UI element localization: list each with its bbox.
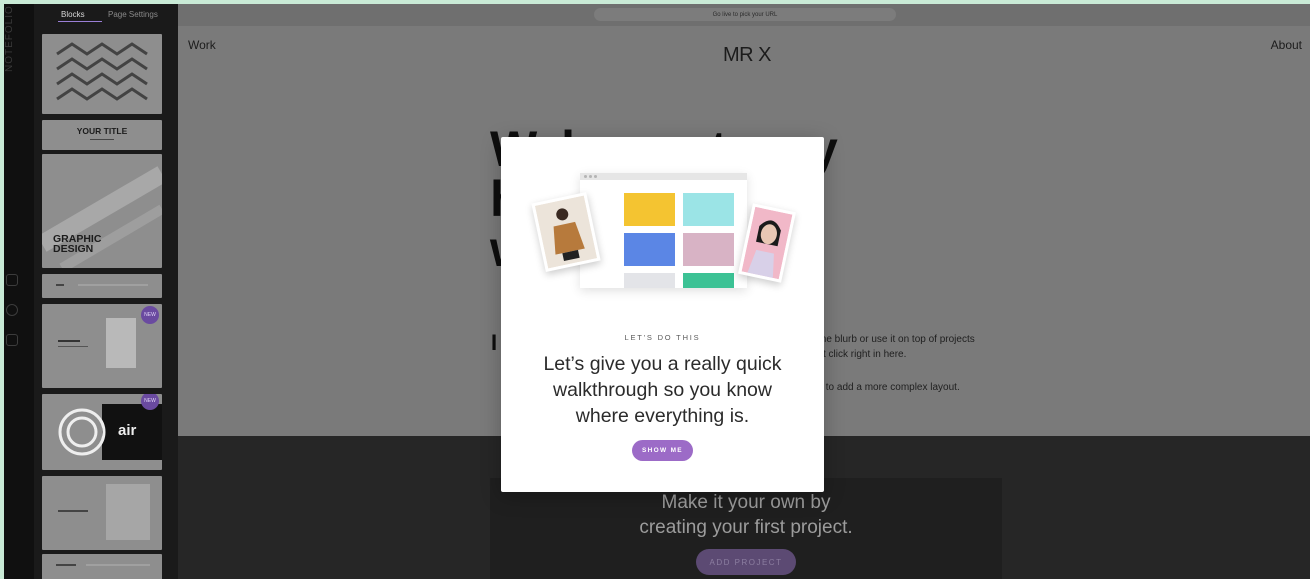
thumb-subtitle-line bbox=[90, 139, 114, 140]
intro-heading: I bbox=[491, 330, 498, 355]
block-thumb-typography[interactable] bbox=[42, 34, 162, 114]
site-logo[interactable]: MR X bbox=[723, 44, 772, 67]
thumb-text-dash bbox=[56, 284, 64, 286]
layout-tile-grey bbox=[624, 273, 675, 288]
headline-line: walkthrough so you know bbox=[553, 379, 772, 401]
layout-tile-cyan bbox=[683, 193, 734, 226]
cta-line: creating your first project. bbox=[639, 517, 853, 538]
layout-tile-green bbox=[683, 273, 734, 288]
layout-tile-blue bbox=[624, 233, 675, 266]
tab-page-settings[interactable]: Page Settings bbox=[108, 10, 158, 19]
new-badge: NEW bbox=[141, 306, 159, 324]
walkthrough-modal: LET'S DO THIS Let’s give you a really qu… bbox=[501, 137, 824, 492]
layout-tile-pink bbox=[683, 233, 734, 266]
thumb-text-line bbox=[78, 284, 148, 286]
browser-mockup bbox=[580, 173, 747, 288]
thumb-headline-line bbox=[58, 510, 88, 512]
thumb-text-dash bbox=[56, 564, 76, 566]
thumb-text-line bbox=[86, 564, 150, 566]
thumb-image-placeholder bbox=[106, 318, 136, 368]
intro-line: me blurb or use it on top of projects bbox=[818, 334, 975, 345]
brand-wordmark: NOTEFOLIO bbox=[4, 5, 15, 72]
thumb-body-line bbox=[58, 346, 88, 347]
projects-cta-title: Make it your own by creating your first … bbox=[490, 490, 1002, 540]
browser-dot bbox=[584, 175, 587, 178]
go-live-text: Go live to pick your URL bbox=[712, 11, 778, 18]
modal-eyebrow: LET'S DO THIS bbox=[624, 333, 701, 342]
intro-line: st click right in here. bbox=[818, 349, 907, 360]
layout-tile-yellow bbox=[624, 193, 675, 226]
typography-pattern-icon bbox=[56, 42, 148, 101]
intro-line bbox=[818, 362, 975, 380]
browser-dot bbox=[589, 175, 592, 178]
url-bar: Go live to pick your URL bbox=[178, 4, 1310, 26]
nav-link-work[interactable]: Work bbox=[188, 38, 216, 52]
headline-line: where everything is. bbox=[575, 405, 750, 427]
tab-blocks[interactable]: Blocks bbox=[61, 10, 85, 19]
cta-line: Make it your own by bbox=[661, 492, 831, 513]
block-thumb-text-row[interactable] bbox=[42, 274, 162, 298]
block-thumb-headline-photo[interactable] bbox=[42, 476, 162, 550]
active-tab-indicator bbox=[58, 21, 102, 22]
pages-icon[interactable] bbox=[6, 274, 18, 286]
block-thumb-text-columns[interactable] bbox=[42, 554, 162, 579]
settings-icon[interactable] bbox=[6, 304, 18, 316]
nav-link-about[interactable]: About bbox=[1271, 38, 1302, 52]
show-me-button[interactable]: SHOW ME bbox=[632, 440, 693, 461]
browser-bar bbox=[580, 173, 747, 180]
url-hint-pill[interactable]: Go live to pick your URL bbox=[594, 8, 896, 21]
intro-body[interactable]: me blurb or use it on top of projects st… bbox=[818, 332, 975, 395]
headline-line: Let’s give you a really quick bbox=[543, 353, 782, 375]
air-logo-icon bbox=[58, 408, 106, 456]
person-portrait-icon bbox=[741, 206, 793, 280]
thumb-title-text: YOUR TITLE bbox=[76, 126, 128, 136]
panel-tabs: Blocks Page Settings bbox=[34, 4, 178, 24]
image-icon[interactable] bbox=[6, 334, 18, 346]
thumb-headline-line bbox=[58, 340, 80, 342]
intro-line: k to add a more complex layout. bbox=[818, 382, 960, 393]
browser-dot bbox=[594, 175, 597, 178]
thumb-air-text: air bbox=[118, 422, 137, 439]
block-thumb-title[interactable]: YOUR TITLE bbox=[42, 120, 162, 150]
icon-rail: NOTEFOLIO bbox=[4, 4, 34, 579]
blocks-panel: Blocks Page Settings YOUR TITLE GRAPHIC … bbox=[34, 4, 178, 579]
block-thumb-headline-image[interactable]: NEW bbox=[42, 304, 162, 388]
person-coat-icon bbox=[534, 195, 598, 269]
block-thumb-graphic-design[interactable]: GRAPHIC DESIGN bbox=[42, 154, 162, 268]
thumb-photo-placeholder bbox=[106, 484, 150, 540]
block-thumb-air[interactable]: air NEW bbox=[42, 394, 162, 470]
thumb-graphic-design-text: GRAPHIC DESIGN bbox=[53, 233, 102, 255]
add-project-button[interactable]: ADD PROJECT bbox=[696, 549, 796, 575]
walkthrough-illustration bbox=[501, 137, 824, 317]
modal-headline: Let’s give you a really quick walkthroug… bbox=[521, 351, 804, 429]
